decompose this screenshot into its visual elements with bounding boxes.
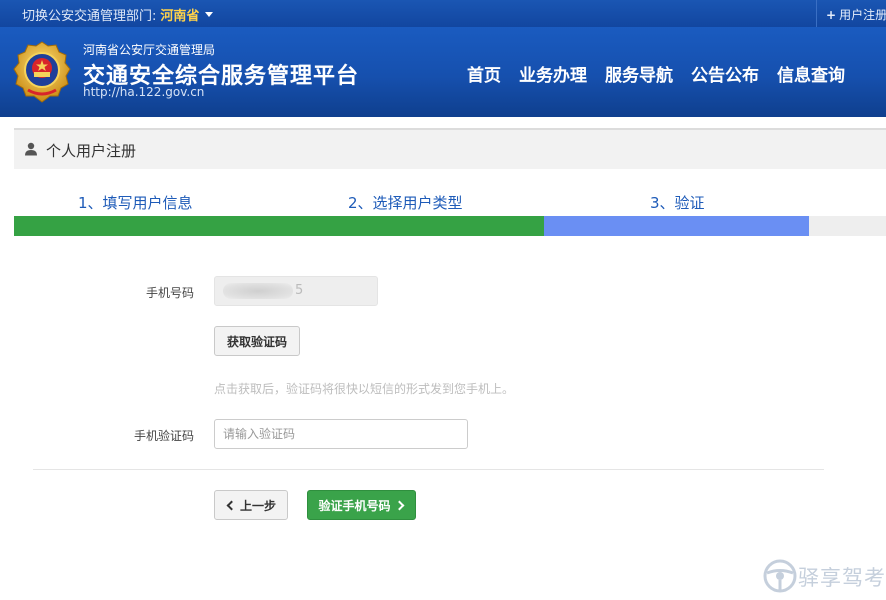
previous-step-button[interactable]: 上一步 (214, 490, 288, 520)
code-label: 手机验证码 (134, 429, 195, 443)
topbar-divider (816, 0, 817, 27)
sms-hint: 点击获取后，验证码将很快以短信的形式发到您手机上。 (214, 382, 515, 396)
get-code-button[interactable]: 获取验证码 (214, 326, 300, 356)
watermark: 驿享驾考 (760, 556, 886, 596)
chevron-right-icon (394, 500, 404, 510)
nav-item-service-guide[interactable]: 服务导航 (605, 61, 673, 86)
step-progress-bar (14, 216, 886, 236)
step-1-progress (14, 216, 280, 236)
top-bar: 切换公安交通管理部门: 河南省 + 用户注册 (0, 0, 886, 27)
step-2-progress (280, 216, 544, 236)
plus-icon: + (826, 8, 837, 22)
step-2-label: 2、选择用户类型 (348, 194, 463, 212)
verify-phone-button[interactable]: 验证手机号码 (307, 490, 416, 520)
department-switcher[interactable]: 切换公安交通管理部门: 河南省 (22, 5, 214, 24)
site-url: http://ha.122.gov.cn (83, 85, 205, 99)
site-header: 河南省公安厅交通管理局 交通安全综合服务管理平台 http://ha.122.g… (0, 27, 886, 117)
police-emblem-icon (13, 41, 71, 103)
register-link-label: 用户注册 (839, 8, 886, 22)
organization-name: 河南省公安厅交通管理局 (83, 43, 216, 57)
nav-item-business[interactable]: 业务办理 (519, 61, 587, 86)
step-1-label: 1、填写用户信息 (78, 194, 193, 212)
verify-phone-label: 验证手机号码 (318, 498, 391, 513)
verification-code-input[interactable] (214, 419, 468, 449)
page-title: 个人用户注册 (46, 142, 137, 160)
previous-step-label: 上一步 (239, 498, 276, 513)
caret-down-icon (205, 12, 214, 17)
switch-label: 切换公安交通管理部门: (22, 9, 157, 24)
step-labels: 1、填写用户信息 2、选择用户类型 3、验证 (14, 192, 886, 212)
nav-item-info-query[interactable]: 信息查询 (777, 61, 845, 86)
nav-item-announcements[interactable]: 公告公布 (691, 61, 759, 86)
masked-phone-number (223, 283, 293, 299)
steering-wheel-icon (763, 559, 797, 593)
main-nav: 首页 业务办理 服务导航 公告公布 信息查询 (467, 61, 863, 86)
chevron-left-icon (226, 500, 237, 510)
user-icon (25, 142, 37, 156)
nav-item-home[interactable]: 首页 (467, 61, 501, 86)
phone-field: 5 (214, 276, 378, 306)
watermark-text: 驿享驾考 (798, 566, 886, 590)
province-name: 河南省 (160, 9, 200, 24)
form-divider (33, 469, 824, 470)
step-3-progress (544, 216, 809, 236)
phone-label: 手机号码 (146, 286, 195, 300)
register-link[interactable]: + 用户注册 (826, 6, 886, 23)
page-title-bar: 个人用户注册 (14, 128, 886, 169)
step-3-label: 3、验证 (650, 194, 705, 212)
phone-value-tail: 5 (295, 283, 304, 298)
